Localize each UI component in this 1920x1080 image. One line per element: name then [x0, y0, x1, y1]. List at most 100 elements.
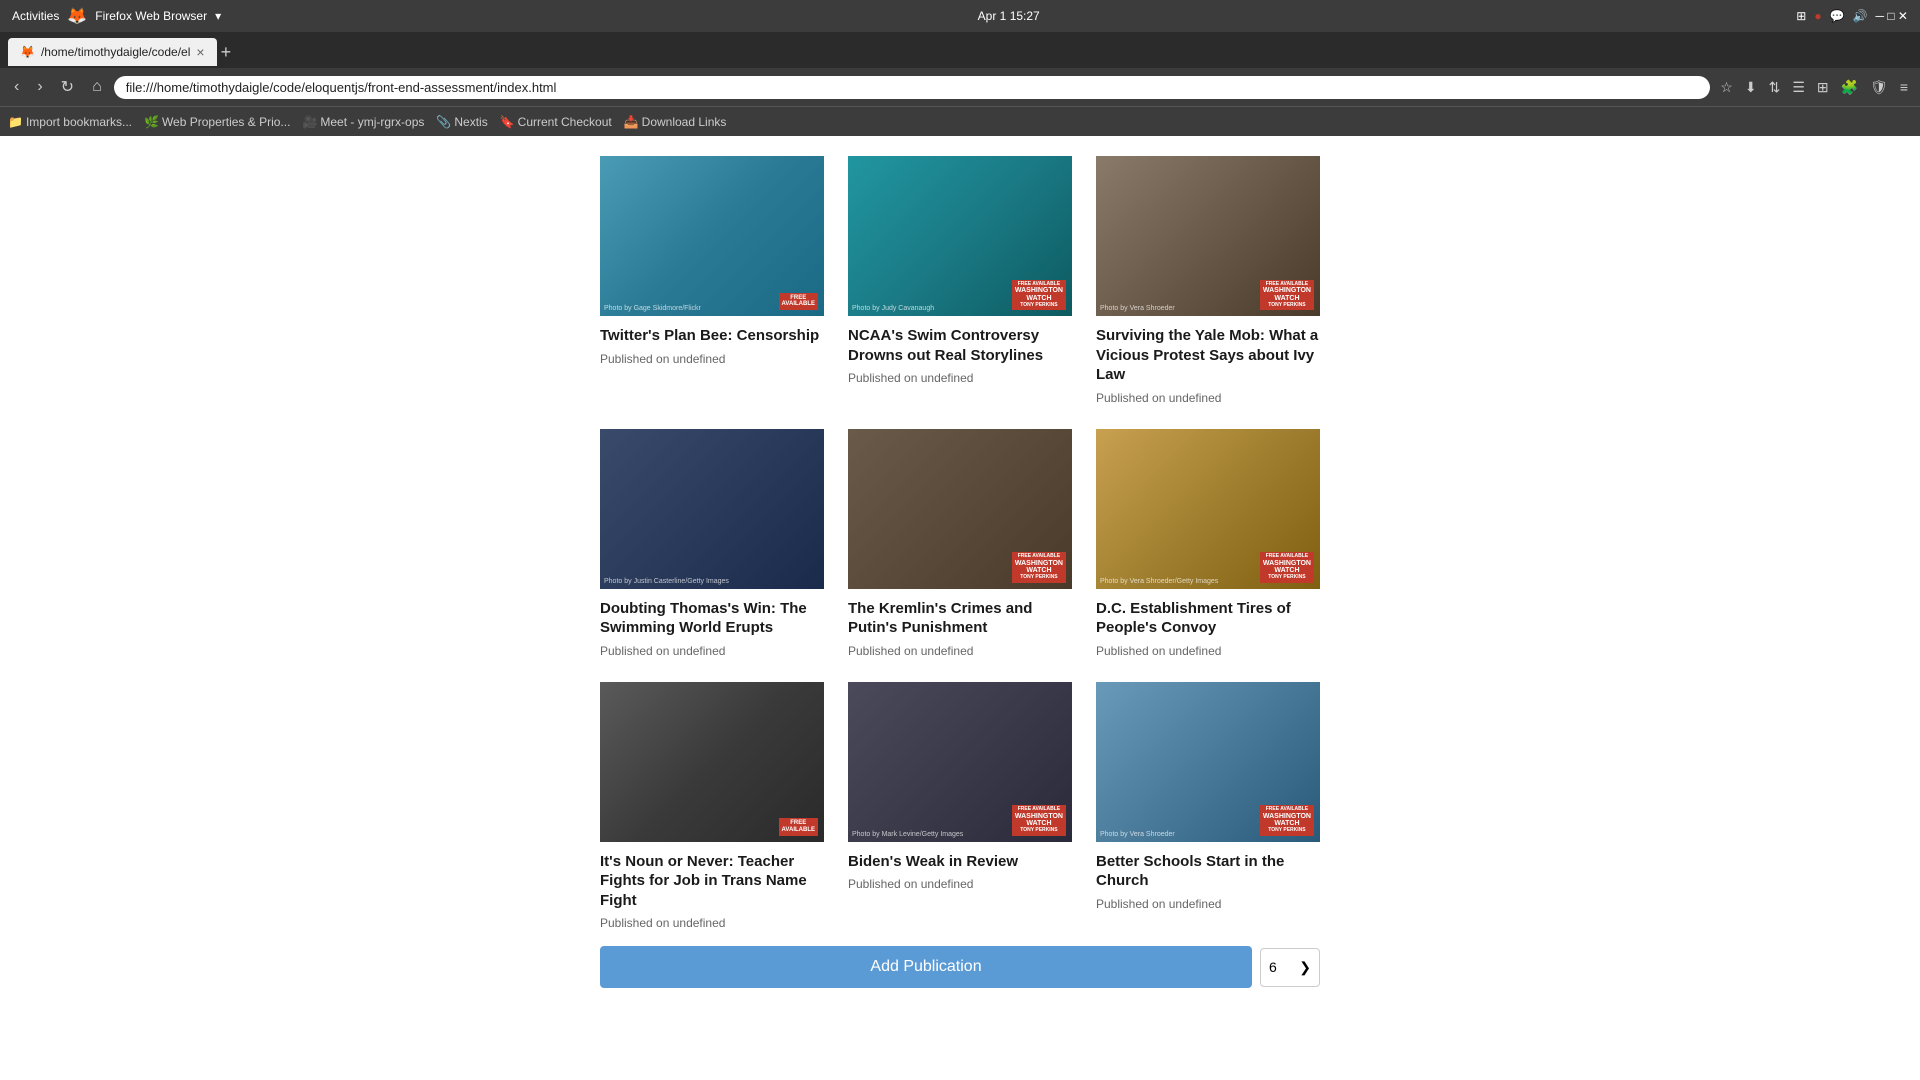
- bookmark-current-checkout[interactable]: 🔖 Current Checkout: [500, 115, 612, 129]
- article-image: [600, 429, 824, 589]
- os-title-bar: Activities 🦊 Firefox Web Browser ▾ Apr 1…: [0, 0, 1920, 32]
- article-image-wrapper: FREE AVAILABLE WASHINGTON WATCH TONY PER…: [848, 429, 1072, 589]
- add-publication-label: Add Publication: [870, 958, 981, 975]
- article-date: Published on undefined: [848, 371, 1072, 385]
- system-tray-icon1: ⊞: [1796, 9, 1806, 23]
- article-badge: FREE AVAILABLE WASHINGTON WATCH TONY PER…: [1260, 805, 1314, 835]
- address-bar[interactable]: [114, 76, 1711, 99]
- bookmark-icon: 🎥: [302, 115, 317, 129]
- article-date: Published on undefined: [848, 877, 1072, 891]
- bookmark-download-links[interactable]: 📥 Download Links: [624, 115, 727, 129]
- reload-button[interactable]: ↻: [55, 75, 80, 99]
- article-card-row2-col3[interactable]: Photo by Vera Shroeder/Getty Images FREE…: [1096, 429, 1320, 658]
- bookmark-label: Download Links: [642, 115, 727, 129]
- article-card-row1-col3[interactable]: Photo by Vera Shroeder FREE AVAILABLE WA…: [1096, 156, 1320, 405]
- article-badge: FREE AVAILABLE WASHINGTON WATCH TONY PER…: [1260, 552, 1314, 582]
- article-title: D.C. Establishment Tires of People's Con…: [1096, 599, 1320, 638]
- article-badge: FREE AVAILABLE: [779, 293, 818, 310]
- article-image-wrapper: Photo by Justin Casterline/Getty Images: [600, 429, 824, 589]
- article-date: Published on undefined: [1096, 644, 1320, 658]
- activities-label[interactable]: Activities: [12, 9, 59, 23]
- window-controls[interactable]: ─ □ ✕: [1876, 9, 1908, 23]
- article-badge: FREE AVAILABLE WASHINGTON WATCH TONY PER…: [1012, 805, 1066, 835]
- dropdown-icon[interactable]: ▾: [215, 9, 221, 23]
- page-content: Photo by Gage Skidmore/Flickr FREE AVAIL…: [0, 136, 1920, 1008]
- photo-credit: Photo by Justin Casterline/Getty Images: [604, 578, 729, 585]
- per-page-select[interactable]: 6 ❯: [1260, 948, 1320, 987]
- bookmark-web-properties[interactable]: 🌿 Web Properties & Prio...: [144, 115, 290, 129]
- article-badge: FREE AVAILABLE WASHINGTON WATCH TONY PER…: [1012, 552, 1066, 582]
- article-title: Surviving the Yale Mob: What a Vicious P…: [1096, 326, 1320, 385]
- bookmark-label: Meet - ymj-rgrx-ops: [320, 115, 424, 129]
- active-tab[interactable]: 🦊 /home/timothydaigle/code/el ×: [8, 38, 217, 66]
- system-tray-icon3: 💬: [1830, 9, 1845, 23]
- bookmark-icon: 📁: [8, 115, 23, 129]
- bookmark-star-button[interactable]: ☆: [1716, 77, 1737, 98]
- sync-button[interactable]: ⇅: [1765, 77, 1785, 98]
- per-page-chevron-icon: ❯: [1299, 959, 1311, 976]
- article-card-row3-col1[interactable]: FREE AVAILABLE It's Noun or Never: Teach…: [600, 682, 824, 931]
- article-image-wrapper: Photo by Vera Shroeder FREE AVAILABLE WA…: [1096, 682, 1320, 842]
- download-button[interactable]: ⬇: [1741, 77, 1761, 98]
- article-image-wrapper: Photo by Vera Shroeder/Getty Images FREE…: [1096, 429, 1320, 589]
- nav-bar: ‹ › ↻ ⌂ ☆ ⬇ ⇅ ☰ ⊞ 🧩 🛡 ≡: [0, 68, 1920, 106]
- new-tab-button[interactable]: +: [221, 42, 232, 63]
- bookmark-icon: 🔖: [500, 115, 515, 129]
- bookmark-nextis[interactable]: 📎 Nextis: [436, 115, 487, 129]
- browser-chrome: Activities 🦊 Firefox Web Browser ▾ Apr 1…: [0, 0, 1920, 136]
- article-badge: FREE AVAILABLE WASHINGTON WATCH TONY PER…: [1260, 280, 1314, 310]
- back-button[interactable]: ‹: [8, 76, 25, 98]
- bookmark-import[interactable]: 📁 Import bookmarks...: [8, 115, 132, 129]
- photo-credit: Photo by Vera Shroeder: [1100, 305, 1175, 312]
- article-card-row1-col2[interactable]: Photo by Judy Cavanaugh FREE AVAILABLE W…: [848, 156, 1072, 405]
- bookmark-icon: 📎: [436, 115, 451, 129]
- firefox-icon: 🦊: [67, 6, 87, 26]
- photo-credit: Photo by Gage Skidmore/Flickr: [604, 305, 701, 312]
- add-publication-button[interactable]: Add Publication: [600, 946, 1252, 988]
- article-image-wrapper: Photo by Mark Levine/Getty Images FREE A…: [848, 682, 1072, 842]
- article-date: Published on undefined: [600, 352, 824, 366]
- bookmark-icon: 📥: [624, 115, 639, 129]
- volume-icon: 🔊: [1853, 9, 1868, 23]
- menu-button[interactable]: ≡: [1896, 77, 1912, 98]
- shield-button[interactable]: 🛡: [1866, 77, 1892, 98]
- article-card-row1-col1[interactable]: Photo by Gage Skidmore/Flickr FREE AVAIL…: [600, 156, 824, 405]
- article-card-row3-col2[interactable]: Photo by Mark Levine/Getty Images FREE A…: [848, 682, 1072, 931]
- article-date: Published on undefined: [848, 644, 1072, 658]
- photo-credit: Photo by Vera Shroeder: [1100, 831, 1175, 838]
- tab-favicon: 🦊: [20, 45, 35, 59]
- home-button[interactable]: ⌂: [86, 76, 108, 98]
- tab-bar: 🦊 /home/timothydaigle/code/el × +: [0, 32, 1920, 68]
- article-date: Published on undefined: [1096, 897, 1320, 911]
- article-title: It's Noun or Never: Teacher Fights for J…: [600, 852, 824, 911]
- article-image-wrapper: FREE AVAILABLE: [600, 682, 824, 842]
- forward-button[interactable]: ›: [31, 76, 48, 98]
- photo-credit: Photo by Vera Shroeder/Getty Images: [1100, 578, 1218, 585]
- article-image-wrapper: Photo by Gage Skidmore/Flickr FREE AVAIL…: [600, 156, 824, 316]
- article-image-wrapper: Photo by Judy Cavanaugh FREE AVAILABLE W…: [848, 156, 1072, 316]
- photo-credit: Photo by Judy Cavanaugh: [852, 305, 934, 312]
- per-page-value: 6: [1269, 959, 1277, 975]
- bookmark-icon: 🌿: [144, 115, 159, 129]
- article-card-row2-col2[interactable]: FREE AVAILABLE WASHINGTON WATCH TONY PER…: [848, 429, 1072, 658]
- article-date: Published on undefined: [600, 644, 824, 658]
- article-title: Doubting Thomas's Win: The Swimming Worl…: [600, 599, 824, 638]
- article-title: Biden's Weak in Review: [848, 852, 1072, 872]
- article-title: Twitter's Plan Bee: Censorship: [600, 326, 824, 346]
- article-title: Better Schools Start in the Church: [1096, 852, 1320, 891]
- article-date: Published on undefined: [600, 916, 824, 930]
- bookmark-meet[interactable]: 🎥 Meet - ymj-rgrx-ops: [302, 115, 424, 129]
- extensions-button[interactable]: 🧩: [1837, 77, 1862, 98]
- reading-mode-button[interactable]: ☰: [1788, 77, 1809, 98]
- article-card-row3-col3[interactable]: Photo by Vera Shroeder FREE AVAILABLE WA…: [1096, 682, 1320, 931]
- bottom-bar: Add Publication 6 ❯: [600, 946, 1320, 988]
- system-tray-icon2: ●: [1814, 9, 1821, 23]
- tab-close-button[interactable]: ×: [196, 44, 204, 60]
- article-badge: FREE AVAILABLE: [779, 818, 818, 835]
- article-title: The Kremlin's Crimes and Putin's Punishm…: [848, 599, 1072, 638]
- bookmark-label: Nextis: [454, 115, 487, 129]
- photo-credit: Photo by Mark Levine/Getty Images: [852, 831, 963, 838]
- picture-in-picture-button[interactable]: ⊞: [1813, 77, 1833, 98]
- article-card-row2-col1[interactable]: Photo by Justin Casterline/Getty Images …: [600, 429, 824, 658]
- bookmarks-bar: 📁 Import bookmarks... 🌿 Web Properties &…: [0, 106, 1920, 136]
